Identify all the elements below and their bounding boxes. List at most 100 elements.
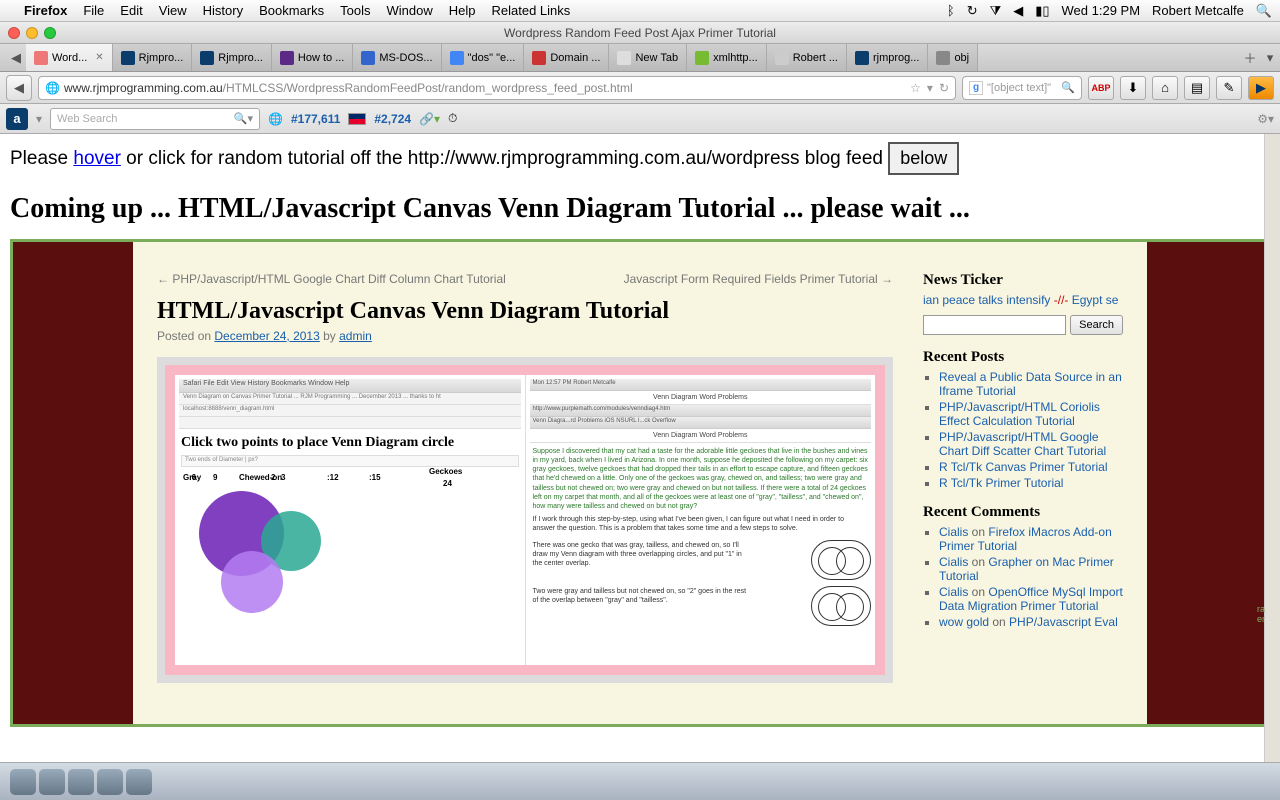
menu-file[interactable]: File: [83, 3, 104, 18]
dock-item[interactable]: [97, 769, 123, 795]
intro-text: Please hover or click for random tutoria…: [10, 142, 1270, 175]
bluetooth-icon[interactable]: ᛒ: [947, 3, 955, 18]
dock-item[interactable]: [68, 769, 94, 795]
below-button[interactable]: below: [888, 142, 959, 175]
close-tab-icon[interactable]: ✕: [95, 52, 103, 63]
link-icon[interactable]: 🔗▾: [419, 112, 440, 126]
dock-item[interactable]: [126, 769, 152, 795]
menu-window[interactable]: Window: [387, 3, 433, 18]
wifi-icon[interactable]: ⧩: [990, 3, 1002, 19]
battery-icon[interactable]: ▮▯: [1035, 3, 1049, 19]
menu-help[interactable]: Help: [449, 3, 476, 18]
abp-icon[interactable]: ABP: [1088, 76, 1114, 100]
comment-author-link[interactable]: Cialis: [939, 525, 968, 539]
browser-tab[interactable]: xmlhttp...: [687, 44, 767, 71]
spotlight-icon[interactable]: 🔍: [1256, 3, 1272, 19]
url-path: /HTMLCSS/WordpressRandomFeedPost/random_…: [223, 81, 633, 95]
back-button[interactable]: ◀: [6, 75, 32, 101]
comment-author-link[interactable]: Cialis: [939, 585, 968, 599]
volume-icon[interactable]: ◀: [1013, 3, 1023, 19]
sidebar-search-input[interactable]: [923, 315, 1066, 335]
browser-tab[interactable]: "dos" "e...: [442, 44, 525, 71]
browser-search-box[interactable]: g "[object text]" 🔍: [962, 76, 1082, 100]
web-search-input[interactable]: Web Search 🔍▾: [50, 108, 260, 130]
new-tab-button[interactable]: ＋: [1240, 44, 1260, 71]
app-name[interactable]: Firefox: [24, 3, 67, 18]
post-date-link[interactable]: December 24, 2013: [214, 329, 319, 343]
browser-tab[interactable]: Rjmpro...: [113, 44, 193, 71]
browser-tab[interactable]: Robert ...: [767, 44, 847, 71]
recent-post-link[interactable]: Reveal a Public Data Source in an Iframe…: [939, 370, 1122, 398]
country-rank[interactable]: #2,724: [374, 112, 411, 126]
google-icon: g: [969, 81, 983, 95]
menu-tools[interactable]: Tools: [340, 3, 370, 18]
recent-post-link[interactable]: R Tcl/Tk Canvas Primer Tutorial: [939, 460, 1108, 474]
sidebar-search-button[interactable]: Search: [1070, 315, 1123, 335]
navigation-toolbar: ◀ 🌐 www.rjmprogramming.com.au/HTMLCSS/Wo…: [0, 72, 1280, 104]
browser-tab[interactable]: rjmprog...: [847, 44, 928, 71]
url-bar[interactable]: 🌐 www.rjmprogramming.com.au/HTMLCSS/Word…: [38, 76, 956, 100]
screenshot-thumbnail[interactable]: Safari File Edit View History Bookmarks …: [157, 357, 893, 683]
browser-tab[interactable]: obj: [928, 44, 978, 71]
venn-diagram: Gray :6 Geckoes 24 :12 2 3 9 Chewed-o: [179, 473, 521, 653]
menu-view[interactable]: View: [159, 3, 187, 18]
dock-item[interactable]: [39, 769, 65, 795]
search-go-icon[interactable]: 🔍: [1061, 81, 1075, 94]
alexa-icon[interactable]: a: [6, 108, 28, 130]
sync-icon[interactable]: ↻: [967, 3, 978, 19]
zoom-window-button[interactable]: [44, 27, 56, 39]
page-content: Please hover or click for random tutoria…: [0, 134, 1280, 735]
close-window-button[interactable]: [8, 27, 20, 39]
browser-tab[interactable]: MS-DOS...: [353, 44, 441, 71]
news-ticker[interactable]: ian peace talks intensify -//- Egypt se: [923, 293, 1123, 307]
recent-post-link[interactable]: R Tcl/Tk Primer Tutorial: [939, 476, 1063, 490]
inner-right-tabs: Venn Diagra...rd Problems iOS NSURL l...…: [530, 417, 872, 429]
recent-post-link[interactable]: PHP/Javascript/HTML Google Chart Diff Sc…: [939, 430, 1106, 458]
extension-icon-1[interactable]: ✎: [1216, 76, 1242, 100]
downloads-icon[interactable]: ⬇: [1120, 76, 1146, 100]
explain-text-1: If I work through this step-by-step, usi…: [533, 515, 869, 533]
timer-icon[interactable]: ⏱: [448, 111, 457, 126]
post-meta: Posted on December 24, 2013 by admin: [157, 329, 893, 343]
settings-gear-icon[interactable]: ⚙▾: [1257, 112, 1274, 126]
window-titlebar: Wordpress Random Feed Post Ajax Primer T…: [0, 22, 1280, 44]
dropdown-icon[interactable]: ▾: [927, 81, 933, 95]
prev-post-link[interactable]: ← PHP/Javascript/HTML Google Chart Diff …: [157, 272, 506, 286]
recent-post-item: R Tcl/Tk Canvas Primer Tutorial: [939, 460, 1123, 474]
reload-icon[interactable]: ↻: [939, 81, 949, 95]
dock-item[interactable]: [10, 769, 36, 795]
comment-author-link[interactable]: Cialis: [939, 555, 968, 569]
recent-comment-item: Cialis on OpenOffice MySql Import Data M…: [939, 585, 1123, 613]
bookmarks-icon[interactable]: ▤: [1184, 76, 1210, 100]
browser-tab[interactable]: New Tab: [609, 44, 687, 71]
tabs-menu-icon[interactable]: ▾: [1260, 44, 1280, 71]
clock[interactable]: Wed 1:29 PM: [1062, 3, 1141, 18]
menu-history[interactable]: History: [203, 3, 243, 18]
browser-tab[interactable]: How to ...: [272, 44, 353, 71]
minimize-window-button[interactable]: [26, 27, 38, 39]
recent-comment-item: Cialis on Firefox iMacros Add-on Primer …: [939, 525, 1123, 553]
window-title: Wordpress Random Feed Post Ajax Primer T…: [504, 26, 776, 40]
extension-icon-2[interactable]: ▶: [1248, 76, 1274, 100]
macos-dock[interactable]: [0, 762, 1280, 800]
globe-rank-icon: 🌐: [268, 112, 283, 126]
next-post-link[interactable]: Javascript Form Required Fields Primer T…: [624, 272, 893, 286]
right-gutter: raer: [1264, 134, 1280, 762]
browser-tab[interactable]: Rjmpro...: [192, 44, 272, 71]
menu-related[interactable]: Related Links: [492, 3, 571, 18]
menu-edit[interactable]: Edit: [120, 3, 142, 18]
menu-bookmarks[interactable]: Bookmarks: [259, 3, 324, 18]
bookmark-star-icon[interactable]: ☆: [910, 81, 921, 95]
venn-figure-1: [811, 540, 871, 580]
recent-post-link[interactable]: PHP/Javascript/HTML Coriolis Effect Calc…: [939, 400, 1100, 428]
comment-author-link[interactable]: wow gold: [939, 615, 989, 629]
user-name[interactable]: Robert Metcalfe: [1152, 3, 1244, 18]
hover-link[interactable]: hover: [73, 148, 121, 169]
post-author-link[interactable]: admin: [339, 329, 372, 343]
tab-history-icon[interactable]: ◀: [6, 44, 26, 71]
browser-tab[interactable]: Word...✕: [26, 44, 113, 71]
browser-tab[interactable]: Domain ...: [524, 44, 609, 71]
global-rank[interactable]: #177,611: [291, 112, 340, 126]
home-icon[interactable]: ⌂: [1152, 76, 1178, 100]
comment-post-link[interactable]: PHP/Javascript Eval: [1009, 615, 1118, 629]
